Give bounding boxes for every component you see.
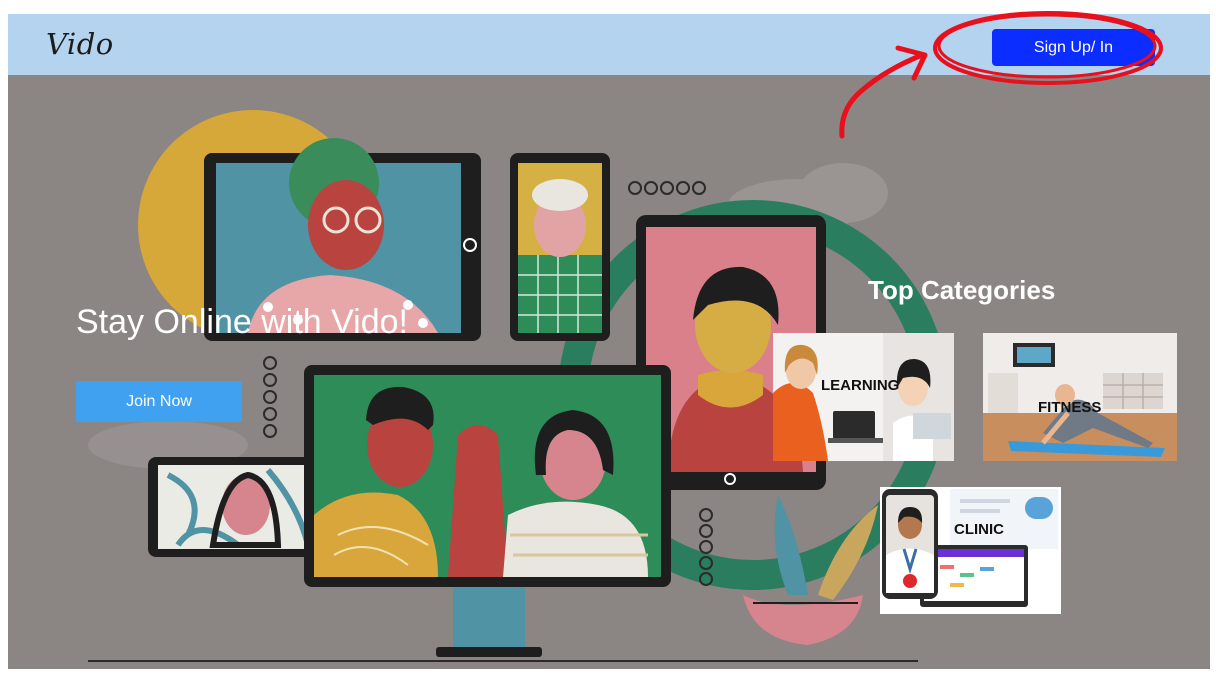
fitness-image	[983, 333, 1177, 461]
category-card-learning[interactable]: LEARNING	[773, 333, 954, 461]
category-label-learning: LEARNING	[821, 377, 900, 394]
category-card-clinic[interactable]: CLINIC	[880, 487, 1061, 614]
category-label-clinic: CLINIC	[954, 521, 1004, 538]
hero-headline: Stay Online with Vido!	[76, 303, 408, 341]
hero-section: Stay Online with Vido! Join Now Top Cate…	[8, 75, 1210, 669]
sign-up-in-button[interactable]: Sign Up/ In	[992, 29, 1155, 66]
join-now-button[interactable]: Join Now	[76, 381, 242, 422]
category-card-fitness[interactable]: FITNESS	[983, 333, 1177, 461]
logo[interactable]: Vido	[46, 27, 114, 61]
navbar: Vido Sign Up/ In	[8, 14, 1210, 75]
category-label-fitness: FITNESS	[1038, 399, 1102, 416]
top-categories-heading: Top Categories	[868, 275, 1056, 305]
clinic-image	[880, 487, 1061, 614]
page: Vido Sign Up/ In Stay Online with Vido! …	[0, 0, 1216, 677]
learning-image	[773, 333, 954, 461]
